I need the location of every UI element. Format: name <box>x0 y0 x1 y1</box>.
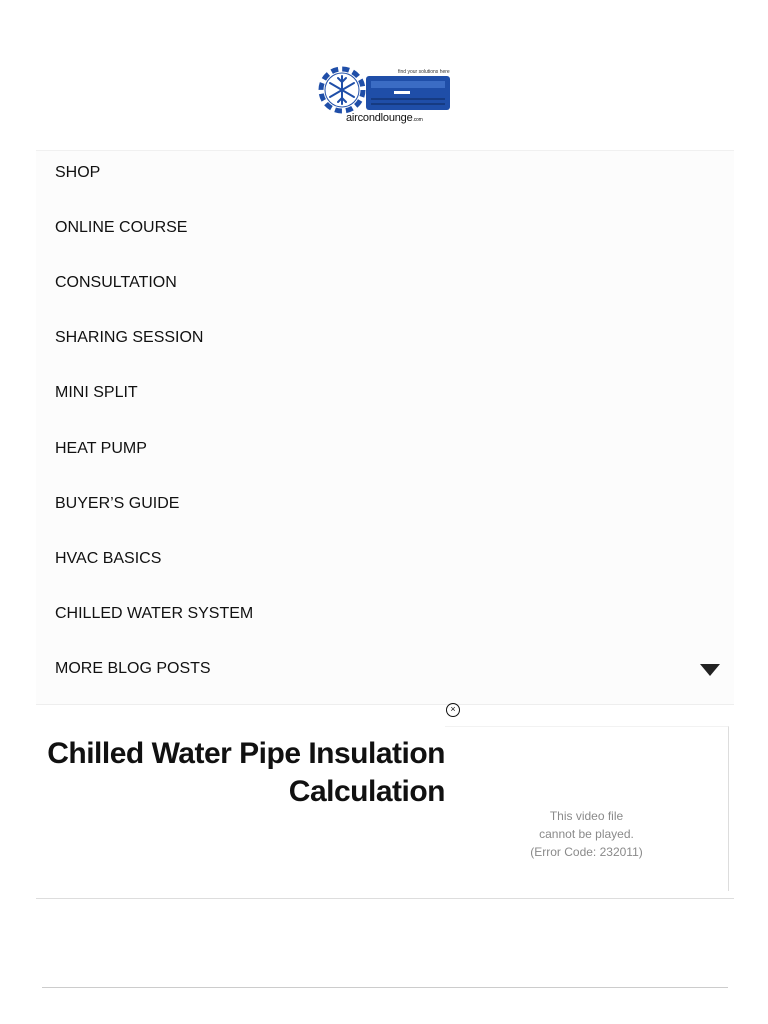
divider <box>36 898 734 899</box>
close-icon[interactable]: × <box>446 703 460 717</box>
nav-item-sharing-session[interactable]: SHARING SESSION <box>55 320 203 356</box>
video-player[interactable]: This video file cannot be played. (Error… <box>445 726 729 891</box>
nav-item-heat-pump[interactable]: HEAT PUMP <box>55 431 147 467</box>
site-logo[interactable]: find your solutions here aircondlounge.c… <box>316 64 454 128</box>
nav-item-more-blog-posts[interactable]: MORE BLOG POSTS <box>55 651 211 687</box>
logo-tagline: find your solutions here <box>398 69 450 75</box>
logo-wordmark: aircondlounge.com <box>346 112 423 124</box>
nav-item-shop[interactable]: SHOP <box>55 155 100 191</box>
nav-item-mini-split[interactable]: MINI SPLIT <box>55 375 138 411</box>
article-title: Chilled Water Pipe Insulation Calculatio… <box>47 737 445 808</box>
nav-item-buyers-guide[interactable]: BUYER’S GUIDE <box>55 486 179 522</box>
divider <box>42 987 728 988</box>
nav-item-chilled-water-system[interactable]: CHILLED WATER SYSTEM <box>55 596 253 632</box>
nav-item-consultation[interactable]: CONSULTATION <box>55 265 177 301</box>
video-error-line-1: This video file <box>549 809 624 823</box>
video-error-message: This video file cannot be played. (Error… <box>445 807 728 861</box>
logo-wordmark-text: aircondlounge <box>346 112 413 124</box>
caret-down-icon[interactable] <box>700 664 720 676</box>
nav-item-online-course[interactable]: ONLINE COURSE <box>55 210 187 246</box>
logo-wordmark-suffix: .com <box>412 117 423 123</box>
main-nav: SHOP ONLINE COURSE CONSULTATION SHARING … <box>36 150 734 705</box>
video-error-line-2: cannot be played. <box>539 827 634 841</box>
video-error-line-3: (Error Code: 232011) <box>530 845 643 859</box>
page: find your solutions here aircondlounge.c… <box>0 0 768 1024</box>
nav-item-hvac-basics[interactable]: HVAC BASICS <box>55 541 161 577</box>
